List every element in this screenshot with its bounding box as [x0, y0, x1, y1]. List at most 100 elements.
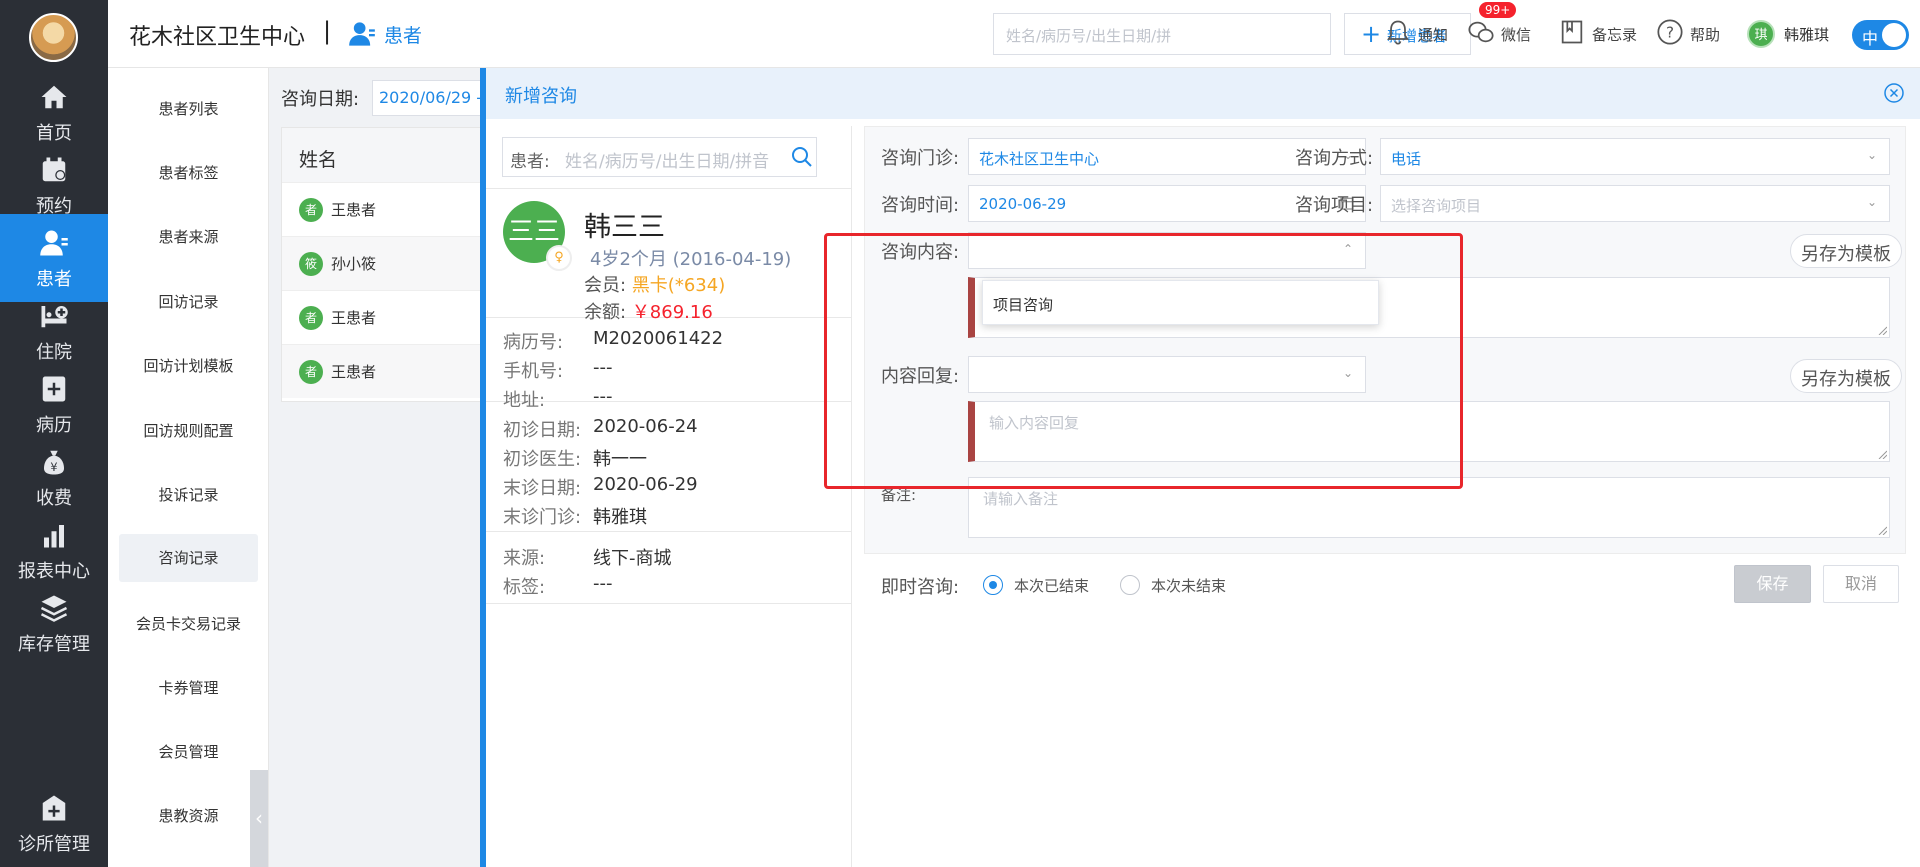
subnav-item-patient-list[interactable]: 患者列表 — [119, 85, 258, 133]
avatar: 者 — [299, 198, 323, 222]
search-icon[interactable] — [790, 145, 814, 169]
calendar-icon — [42, 157, 66, 182]
patient-search-label: 患者: — [510, 152, 550, 172]
info-key: 初诊日期: — [503, 420, 582, 441]
subnav-item-follow-up-templates[interactable]: 回访计划模板 — [119, 342, 258, 390]
table-row[interactable]: 者 王患者 — [282, 344, 485, 398]
item-select-placeholder: 选择咨询项目 — [1391, 197, 1482, 215]
subnav-item-card-transactions[interactable]: 会员卡交易记录 — [119, 600, 258, 648]
avatar: 者 — [299, 360, 323, 384]
patient-icon — [40, 230, 68, 256]
patient-name: 王患者 — [331, 363, 377, 381]
home-icon — [41, 85, 67, 109]
chevron-down-icon: ⌄ — [1866, 148, 1877, 162]
time-label: 咨询时间: — [881, 195, 960, 216]
avatar: 者 — [299, 306, 323, 330]
close-icon[interactable] — [1882, 81, 1906, 105]
method-select[interactable]: 电话 ⌄ — [1380, 138, 1890, 175]
patient-search-placeholder: 姓名/病历号/出生日期/拼音 — [565, 152, 770, 172]
subnav-item-coupons[interactable]: 卡券管理 — [119, 664, 258, 712]
item-label: 咨询项目: — [1295, 195, 1374, 216]
info-key: 末诊门诊: — [503, 507, 582, 528]
resize-handle-icon[interactable] — [1877, 525, 1887, 535]
money-bag-icon: ¥ — [44, 450, 64, 475]
user-avatar[interactable]: 琪 — [1747, 20, 1775, 48]
nav-item-clinic-management[interactable]: 诊所管理 — [0, 779, 108, 867]
app-logo[interactable] — [29, 13, 78, 62]
radio-ended-label[interactable]: 本次已结束 — [1014, 575, 1089, 596]
patient-name: 韩三三 — [584, 212, 665, 243]
info-value: 线下-商城 — [593, 548, 672, 569]
info-value: 2020-06-24 — [593, 416, 698, 437]
subnav-item-patient-sources[interactable]: 患者来源 — [119, 213, 258, 261]
item-select[interactable]: 选择咨询项目 ⌄ — [1380, 185, 1890, 222]
save-button[interactable]: 保存 — [1734, 565, 1811, 603]
collapse-sidebar-button[interactable]: ‹ — [250, 770, 268, 867]
radio-ended[interactable] — [983, 575, 1003, 595]
patient-membership: 会员: 黑卡(*634) — [584, 271, 725, 297]
table-row[interactable]: 者 王患者 — [282, 290, 485, 344]
patient-name: 孙小筱 — [331, 255, 377, 273]
global-search-input[interactable]: 姓名/病历号/出生日期/拼 — [993, 13, 1331, 55]
info-key: 病历号: — [503, 332, 564, 353]
info-value: 韩雅琪 — [593, 507, 647, 528]
nav-item-inventory[interactable]: 库存管理 — [0, 579, 108, 667]
subnav-item-education[interactable]: 患教资源 — [119, 792, 258, 840]
save-as-template-button[interactable]: 另存为模板 — [1790, 234, 1902, 268]
consult-date-range[interactable]: 2020/06/29 - — [372, 80, 484, 116]
patient-name: 王患者 — [331, 201, 377, 219]
clinic-name: 花木社区卫生中心 — [129, 25, 306, 50]
breadcrumb-label: 患者 — [384, 25, 423, 47]
membership-label: 会员: — [584, 275, 627, 296]
subnav-item-follow-up-records[interactable]: 回访记录 — [119, 278, 258, 326]
clinic-label: 咨询门诊: — [881, 148, 960, 169]
membership-value: 黑卡(*634) — [631, 275, 726, 296]
subnav-item-patient-tags[interactable]: 患者标签 — [119, 149, 258, 197]
cancel-button[interactable]: 取消 — [1823, 565, 1899, 603]
patient-info-basic: 病历号: M2020061422 手机号: --- 地址: --- — [486, 318, 852, 411]
patient-info-visits: 初诊日期: 2020-06-24 初诊医生: 韩一一 末诊日期: 2020-06-29… — [486, 402, 852, 532]
resize-handle-icon[interactable] — [1877, 325, 1887, 335]
table-row[interactable]: 筱 孙小筱 — [282, 236, 485, 290]
subnav-item-consultations[interactable]: 咨询记录 — [119, 534, 258, 582]
avatar: 筱 — [299, 252, 323, 276]
patient-search-input[interactable]: 患者: 姓名/病历号/出生日期/拼音 — [502, 137, 817, 177]
notification-badge: 99+ — [1479, 2, 1517, 18]
patient-avatar-text: 三三 — [507, 217, 560, 247]
top-bar: 花木社区卫生中心 | 患者 姓名/病历号/出生日期/拼 + 新增患者 通知 99… — [108, 0, 1920, 68]
info-value: 2020-06-29 — [593, 474, 698, 495]
drawer-title: 新增咨询 — [505, 86, 577, 107]
help-icon: ? — [1657, 19, 1683, 45]
bell-icon — [1387, 20, 1409, 45]
clinic-icon — [42, 795, 66, 821]
info-key: 标签: — [503, 577, 546, 598]
resize-handle-icon[interactable] — [1877, 449, 1887, 459]
gender-female-icon: ♀ — [546, 245, 572, 271]
memo-label: 备忘录 — [1592, 26, 1638, 44]
info-key: 末诊日期: — [503, 478, 582, 499]
info-key: 手机号: — [503, 361, 564, 382]
chevron-down-icon: ⌄ — [1866, 195, 1877, 209]
info-value: 韩一一 — [593, 449, 647, 470]
table-row[interactable]: 者 王患者 — [282, 182, 485, 236]
language-toggle[interactable]: 中 — [1852, 20, 1909, 50]
radio-not-ended[interactable] — [1120, 575, 1140, 595]
time-date-value: 2020-06-29 — [979, 195, 1067, 213]
info-value: --- — [593, 573, 613, 594]
info-key: 来源: — [503, 548, 546, 569]
consult-table: 姓名 者 王患者 筱 孙小筱 者 王患者 者 王患者 — [281, 127, 485, 402]
subnav-item-members[interactable]: 会员管理 — [119, 728, 258, 776]
user-name[interactable]: 韩雅琪 — [1784, 24, 1829, 45]
save-as-template-button[interactable]: 另存为模板 — [1790, 359, 1902, 393]
subnav-item-follow-up-rules[interactable]: 回访规则配置 — [119, 407, 258, 455]
patient-card: 患者: 姓名/病历号/出生日期/拼音 三三 ♀ 韩三三 4岁2个月 (2016-… — [486, 126, 852, 867]
language-toggle-label: 中 — [1862, 29, 1879, 48]
patient-icon — [349, 22, 375, 46]
consult-date-label: 咨询日期: — [281, 89, 360, 110]
nav-label: 诊所管理 — [18, 834, 90, 855]
memo-icon — [1561, 20, 1583, 44]
subnav-item-complaints[interactable]: 投诉记录 — [119, 471, 258, 519]
medical-record-icon — [42, 376, 66, 402]
method-label: 咨询方式: — [1295, 148, 1374, 169]
radio-not-ended-label[interactable]: 本次未结束 — [1151, 575, 1226, 596]
